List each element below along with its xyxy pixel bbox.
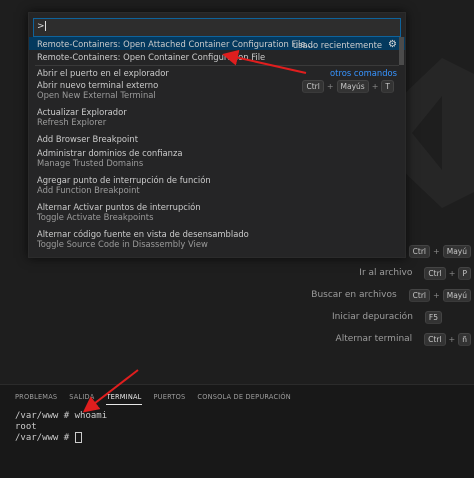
- command-item[interactable]: Actualizar Explorador Refresh Explorer: [29, 106, 405, 130]
- terminal-line: root: [15, 421, 37, 432]
- tab-consola-depuracion[interactable]: CONSOLA DE DEPURACIÓN: [197, 393, 291, 405]
- welcome-shortcut-start-debugging[interactable]: Iniciar depuración F5: [263, 309, 445, 325]
- welcome-shortcut-find-in-files[interactable]: Buscar en archivos Ctrl + Mayú: [247, 287, 474, 303]
- terminal-prompt-line: /var/www #: [15, 432, 107, 444]
- command-item[interactable]: Add Browser Breakpoint: [29, 133, 405, 146]
- keybinding: Ctrl + Mayús + T: [302, 80, 397, 93]
- command-item[interactable]: Alternar código fuente en vista de desen…: [29, 228, 405, 252]
- welcome-shortcut-toggle-terminal[interactable]: Alternar terminal Ctrl + ñ: [262, 331, 474, 347]
- command-item[interactable]: Remote-Containers: Open Container Config…: [29, 50, 405, 63]
- command-item[interactable]: Alternar Activar puntos de interrupción …: [29, 201, 405, 225]
- command-item[interactable]: Abrir el puerto en el explorador otros c…: [29, 66, 405, 79]
- gear-icon[interactable]: ⚙: [388, 39, 397, 50]
- command-palette: > Remote-Containers: Open Attached Conta…: [28, 12, 406, 258]
- command-item[interactable]: Agregar punto de interrupción de función…: [29, 174, 405, 198]
- command-item[interactable]: Abrir nuevo terminal externo Open New Ex…: [29, 79, 405, 103]
- tab-terminal[interactable]: TERMINAL: [106, 393, 142, 405]
- palette-scrollbar[interactable]: [399, 37, 404, 65]
- terminal-line: /var/www # whoami: [15, 411, 108, 421]
- welcome-shortcut-go-to-file[interactable]: Ir al archivo Ctrl + P: [262, 265, 474, 281]
- command-input[interactable]: >: [33, 18, 401, 37]
- command-item[interactable]: Administrar dominios de confianza Manage…: [29, 147, 405, 171]
- recently-used-label: usado recientemente: [292, 39, 383, 50]
- command-item[interactable]: Remote-Containers: Open Attached Contain…: [29, 37, 405, 50]
- command-input-value: >: [37, 21, 45, 32]
- other-commands-link[interactable]: otros comandos: [330, 68, 397, 78]
- panel-tabs: PROBLEMAS SALIDA TERMINAL PUERTOS CONSOL…: [15, 393, 303, 405]
- tab-puertos[interactable]: PUERTOS: [154, 393, 186, 405]
- tab-salida[interactable]: SALIDA: [69, 393, 94, 405]
- terminal-output[interactable]: /var/www # whoami root /var/www #: [15, 411, 107, 444]
- tab-problemas[interactable]: PROBLEMAS: [15, 393, 57, 405]
- bottom-panel: PROBLEMAS SALIDA TERMINAL PUERTOS CONSOL…: [0, 384, 474, 478]
- terminal-cursor: [74, 432, 82, 443]
